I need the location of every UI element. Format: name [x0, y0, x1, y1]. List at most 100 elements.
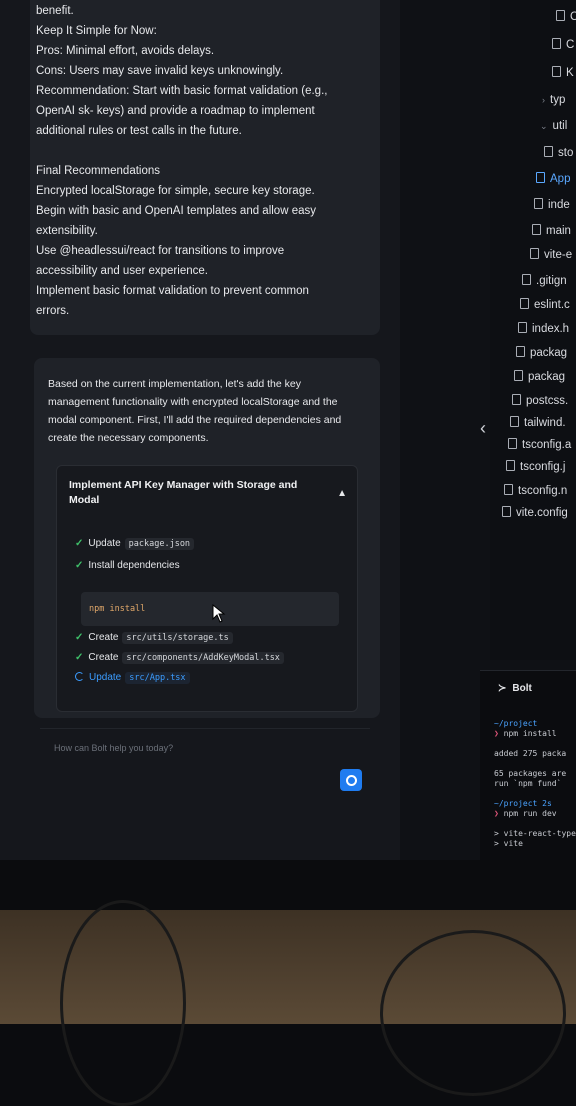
terminal-line: ❯ npm run dev: [494, 809, 557, 818]
spinner-icon: [75, 672, 84, 681]
file-name: K: [566, 67, 574, 79]
message-line: Keep It Simple for Now:: [36, 25, 157, 37]
file-item[interactable]: .gitign: [522, 274, 567, 287]
message-line: Implement basic format validation to pre…: [36, 285, 309, 297]
file-item[interactable]: eslint.c: [520, 298, 570, 311]
chat-input-area[interactable]: How can Bolt help you today?: [40, 728, 370, 799]
file-item[interactable]: postcss.: [512, 394, 568, 407]
terminal-tab-bolt[interactable]: ≻ Bolt: [498, 683, 532, 694]
file-name: vite.config: [516, 507, 568, 519]
file-icon: [544, 146, 553, 157]
chevron-left-icon[interactable]: ‹: [480, 418, 486, 439]
send-button[interactable]: [340, 769, 362, 791]
terminal-command: npm run dev: [503, 809, 557, 818]
step-verb: Create: [88, 632, 119, 643]
file-icon: [536, 172, 545, 183]
check-icon: ✓: [75, 652, 84, 663]
file-item[interactable]: tsconfig.n: [504, 484, 567, 497]
file-name: tsconfig.j: [520, 461, 566, 473]
terminal-line: > vite-react-type: [494, 829, 576, 838]
terminal-line: > vite: [494, 839, 523, 848]
file-icon: [504, 484, 513, 495]
command-text: npm install: [89, 604, 146, 614]
file-item[interactable]: sto: [544, 146, 573, 159]
file-icon: [506, 460, 515, 471]
file-item[interactable]: main: [532, 224, 571, 237]
message-line: additional rules or test calls in the fu…: [36, 125, 242, 137]
file-name: sto: [558, 147, 574, 159]
terminal-line: ~/project: [494, 719, 537, 728]
terminal-command: npm install: [503, 729, 557, 738]
command-block: npm install: [81, 592, 339, 626]
file-name: tsconfig.n: [518, 485, 568, 497]
file-item[interactable]: inde: [534, 198, 570, 211]
action-artifact[interactable]: Implement API Key Manager with Storage a…: [56, 465, 358, 712]
file-item[interactable]: vite-e: [530, 248, 572, 261]
step-verb: Create: [88, 652, 119, 663]
check-icon: ✓: [75, 632, 84, 643]
file-name: inde: [548, 199, 570, 211]
artifact-title-line: Modal: [69, 494, 100, 506]
terminal-line: 65 packages are: [494, 769, 567, 778]
artifact-title-line: Implement API Key Manager with Storage a…: [69, 479, 298, 491]
file-icon: [552, 66, 561, 77]
terminal-output: vite: [503, 839, 523, 848]
file-item[interactable]: tsconfig.a: [508, 438, 571, 451]
message-line: management functionality with encrypted …: [48, 396, 338, 408]
chevron-up-icon[interactable]: ▲: [337, 488, 347, 499]
check-icon: ✓: [75, 560, 84, 571]
file-name: App: [550, 173, 571, 185]
file-item[interactable]: vite.config: [502, 506, 568, 519]
file-item[interactable]: packag: [514, 370, 565, 383]
message-line: OpenAI sk- keys) and provide a roadmap t…: [36, 105, 315, 117]
chevron-right-icon: ›: [542, 95, 545, 105]
message-line: extensibility.: [36, 225, 98, 237]
monitor-screen: benefit. Keep It Simple for Now: Pros: M…: [0, 0, 576, 860]
file-icon: [522, 274, 531, 285]
message-line: Pros: Minimal effort, avoids delays.: [36, 45, 215, 57]
chevron-down-icon: ⌄: [540, 121, 548, 131]
file-icon: [530, 248, 539, 259]
file-name: index.h: [532, 323, 570, 335]
folder-item[interactable]: ⌄ util: [540, 120, 567, 132]
bolt-icon: ≻: [498, 683, 507, 694]
file-item[interactable]: tsconfig.j: [506, 460, 565, 473]
file-name: packag: [528, 371, 566, 383]
step-update-app: Update src/App.tsx: [75, 672, 190, 684]
step-update-package: ✓ Update package.json: [75, 538, 195, 550]
artifact-title[interactable]: Implement API Key Manager with Storage a…: [69, 478, 297, 508]
step-file: src/utils/storage.ts: [122, 632, 233, 644]
terminal-line: ❯ npm install: [494, 729, 557, 738]
file-item[interactable]: index.h: [518, 322, 569, 335]
stop-icon: [346, 775, 357, 786]
step-create-storage: ✓ Create src/utils/storage.ts: [75, 632, 233, 644]
message-line: Recommendation: Start with basic format …: [36, 85, 328, 97]
prompt-icon: ❯: [494, 809, 504, 818]
file-name: tailwind.: [524, 417, 566, 429]
terminal-output: vite-react-type: [503, 829, 576, 838]
terminal-panel[interactable]: ≻ Bolt ~/project ❯ npm install added 275 …: [480, 670, 576, 860]
file-item-selected[interactable]: App: [536, 172, 570, 185]
file-icon: [508, 438, 517, 449]
file-icon: [556, 10, 565, 21]
chat-panel: benefit. Keep It Simple for Now: Pros: M…: [0, 0, 400, 860]
file-icon: [510, 416, 519, 427]
message-line: accessibility and user experience.: [36, 265, 208, 277]
cable: [380, 930, 566, 1096]
file-item[interactable]: K: [552, 66, 574, 79]
folder-name: util: [552, 120, 568, 132]
folder-item[interactable]: › typ: [542, 94, 565, 106]
file-item[interactable]: tailwind.: [510, 416, 566, 429]
chat-input-placeholder[interactable]: How can Bolt help you today?: [54, 743, 173, 753]
terminal-tab-label: Bolt: [512, 683, 532, 694]
file-item[interactable]: C: [552, 38, 574, 51]
message-line: benefit.: [36, 5, 74, 17]
step-file: src/App.tsx: [125, 672, 190, 684]
file-item[interactable]: C: [556, 10, 576, 23]
check-icon: ✓: [75, 538, 84, 549]
terminal-line: ~/project 2s: [494, 799, 552, 808]
file-name: tsconfig.a: [522, 439, 572, 451]
step-verb: Update: [88, 538, 121, 549]
file-name: vite-e: [544, 249, 573, 261]
file-item[interactable]: packag: [516, 346, 567, 359]
